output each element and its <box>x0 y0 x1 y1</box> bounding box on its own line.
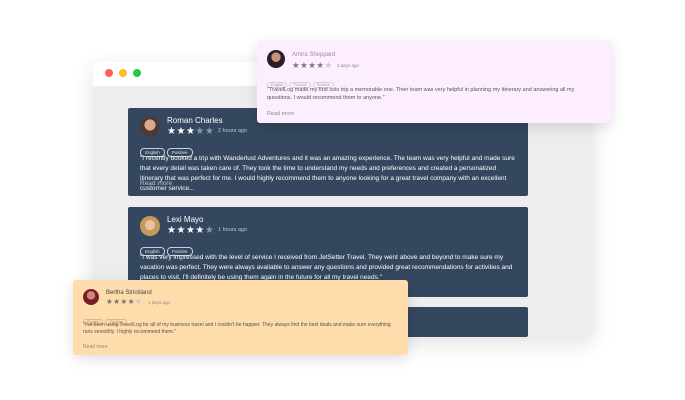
star-icon: ★ <box>204 225 215 236</box>
star-rating: ★★★★★ <box>292 60 333 71</box>
star-icon: ★ <box>176 225 186 236</box>
avatar <box>140 117 160 137</box>
avatar <box>267 50 285 68</box>
reviewer-name: Bertha Strickland <box>106 290 152 296</box>
star-icon: ★ <box>176 126 186 137</box>
star-icon: ★ <box>120 297 128 306</box>
review-text: "I was very impressed with the level of … <box>140 254 513 281</box>
star-icon: ★ <box>127 297 135 306</box>
reviewer-name: Amira Sheppard <box>292 52 336 58</box>
avatar <box>140 216 160 236</box>
maximize-window-button[interactable] <box>133 69 141 77</box>
star-rating: ★★★★★ <box>167 225 214 236</box>
reviewer-name: Lexi Mayo <box>167 215 204 224</box>
review-text: "I recently booked a trip with Wanderlus… <box>140 155 515 192</box>
read-more-link[interactable]: Read more <box>83 344 108 350</box>
floating-review-card: Bertha Strickland ★★★★★ 1 days ago Engli… <box>73 280 408 355</box>
review-text: "I've been using TravelLog for all of my… <box>83 322 391 335</box>
floating-review-card: Amira Sheppard ★★★★★ 2 days ago English P… <box>257 41 612 123</box>
avatar <box>83 289 99 305</box>
close-window-button[interactable] <box>105 69 113 77</box>
star-icon: ★ <box>185 126 196 137</box>
review-time: 1 days ago <box>148 300 171 305</box>
star-icon: ★ <box>195 126 205 137</box>
reviewer-name: Roman Charles <box>167 116 223 125</box>
review-text: "TravelLog made my first solo trip a mem… <box>267 87 575 101</box>
star-icon: ★ <box>185 225 196 236</box>
minimize-window-button[interactable] <box>119 69 127 77</box>
star-rating: ★★★★★ <box>167 126 214 137</box>
star-icon: ★ <box>324 60 333 70</box>
star-rating: ★★★★★ <box>106 297 142 306</box>
read-more-link[interactable]: Read more <box>140 180 172 187</box>
review-time: 2 days ago <box>337 63 360 68</box>
star-icon: ★ <box>204 126 215 137</box>
star-icon: ★ <box>316 60 325 70</box>
star-icon: ★ <box>195 225 205 236</box>
star-icon: ★ <box>134 297 143 306</box>
read-more-link[interactable]: Read more <box>267 111 294 117</box>
review-time: 1 hours ago <box>218 227 248 233</box>
star-icon: ★ <box>292 60 301 70</box>
review-time: 2 hours ago <box>218 128 248 134</box>
